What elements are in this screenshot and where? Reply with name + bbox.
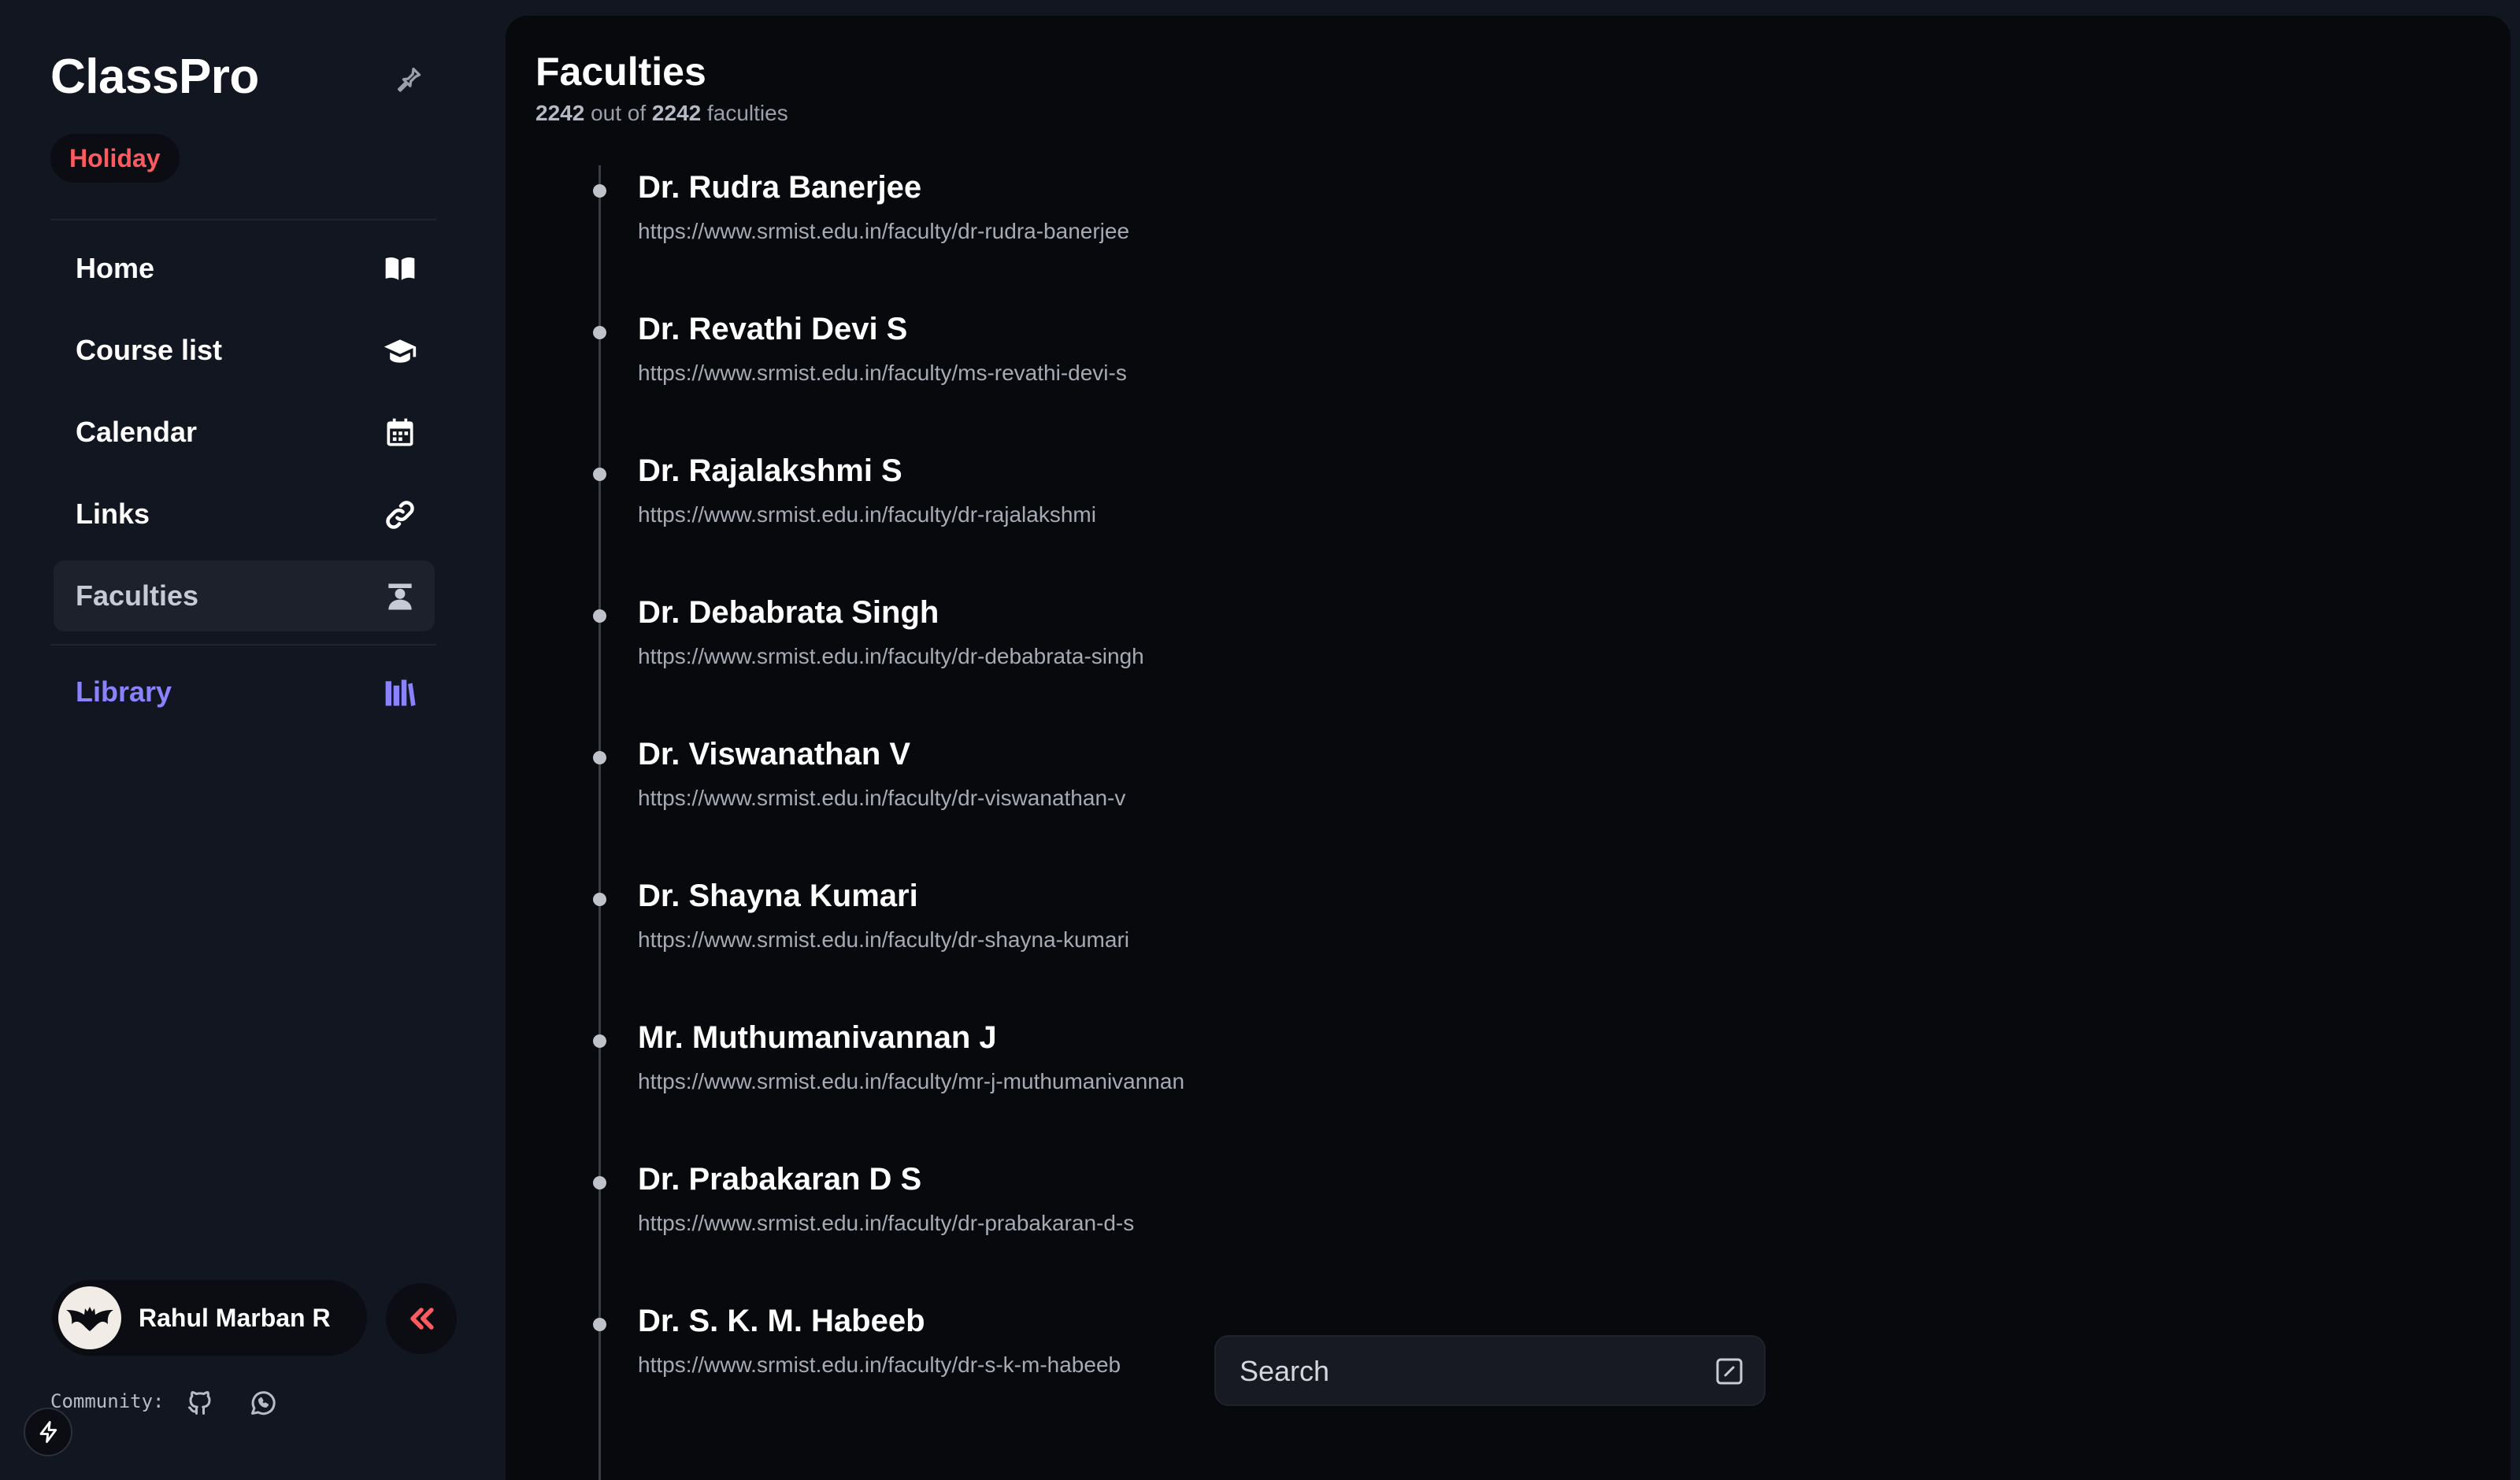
timeline-dot xyxy=(593,468,606,481)
faculty-name[interactable]: Dr. Rudra Banerjee xyxy=(638,170,921,205)
faculty-url[interactable]: https://www.srmist.edu.in/faculty/mr-j-m… xyxy=(638,1069,1184,1094)
faculties-panel: Faculties 2242 out of 2242 faculties Dr.… xyxy=(506,16,2511,1480)
quick-action-button[interactable] xyxy=(24,1408,72,1456)
timeline-dot xyxy=(593,751,606,764)
faculty-name[interactable]: Dr. Revathi Devi S xyxy=(638,312,907,347)
page-title: Faculties xyxy=(536,50,706,94)
timeline-dot xyxy=(593,1034,606,1048)
faculty-url[interactable]: https://www.srmist.edu.in/faculty/dr-pra… xyxy=(638,1211,1134,1236)
library-icon xyxy=(385,679,416,707)
faculty-count-total: 2242 xyxy=(651,101,702,125)
sidebar-item-course-list[interactable]: Course list xyxy=(54,315,435,386)
search-input[interactable]: Search xyxy=(1214,1335,1766,1406)
faculty-count-shown: 2242 xyxy=(536,101,585,125)
faculty-url[interactable]: https://www.srmist.edu.in/faculty/dr-deb… xyxy=(638,644,1144,669)
faculty-url[interactable]: https://www.srmist.edu.in/faculty/dr-s-k… xyxy=(638,1352,1121,1378)
app-root: ClassPro Holiday Home Course list Calend… xyxy=(0,0,2520,1480)
faculty-name[interactable]: Dr. Shayna Kumari xyxy=(638,879,918,914)
timeline-dot xyxy=(593,326,606,339)
timeline-dot xyxy=(593,184,606,198)
search-placeholder: Search xyxy=(1240,1355,1330,1387)
bat-logo-icon xyxy=(66,1307,113,1331)
sidebar-item-label: Links xyxy=(76,498,150,530)
faculty-name[interactable]: Dr. Prabakaran D S xyxy=(638,1162,921,1197)
list-item[interactable]: Dr. Revathi Devi S https://www.srmist.ed… xyxy=(506,312,1687,453)
user-profile-button[interactable]: Rahul Marban R xyxy=(52,1280,367,1356)
faculty-name[interactable]: Dr. S. K. M. Habeeb xyxy=(638,1304,925,1339)
list-item[interactable]: Dr. Prabakaran D S https://www.srmist.ed… xyxy=(506,1162,1687,1304)
list-item[interactable]: Dr. Debabrata Singh https://www.srmist.e… xyxy=(506,595,1687,737)
graduation-cap-icon xyxy=(384,339,417,363)
sidebar-item-label: Library xyxy=(76,675,172,708)
sidebar-item-links[interactable]: Links xyxy=(54,479,435,549)
book-open-icon xyxy=(385,257,415,280)
faculty-url[interactable]: https://www.srmist.edu.in/faculty/ms-rev… xyxy=(638,361,1127,386)
teacher-icon xyxy=(388,583,412,610)
list-item[interactable]: Dr. Viswanathan V https://www.srmist.edu… xyxy=(506,737,1687,879)
user-name: Rahul Marban R xyxy=(139,1304,331,1332)
sidebar-item-label: Home xyxy=(76,252,155,284)
faculty-name[interactable]: Dr. Viswanathan V xyxy=(638,737,910,772)
sidebar-item-library[interactable]: Library xyxy=(54,657,435,727)
sidebar-item-home[interactable]: Home xyxy=(54,233,435,304)
collapse-sidebar-button[interactable] xyxy=(386,1283,457,1354)
whatsapp-icon[interactable] xyxy=(249,1389,277,1417)
link-icon xyxy=(386,501,414,529)
chevrons-left-icon xyxy=(410,1308,434,1330)
faculty-count-middle: out of xyxy=(584,101,652,125)
bolt-icon xyxy=(39,1421,57,1443)
faculty-url[interactable]: https://www.srmist.edu.in/faculty/dr-raj… xyxy=(638,502,1096,527)
faculty-name[interactable]: Mr. Muthumanivannan J xyxy=(638,1020,997,1056)
faculty-url[interactable]: https://www.srmist.edu.in/faculty/dr-rud… xyxy=(638,219,1129,244)
timeline-dot xyxy=(593,893,606,906)
timeline-dot xyxy=(593,609,606,623)
sidebar-item-label: Course list xyxy=(76,334,223,366)
divider xyxy=(50,219,436,220)
sidebar-item-label: Faculties xyxy=(76,579,199,612)
list-item[interactable]: Mr. Muthumanivannan J https://www.srmist… xyxy=(506,1020,1687,1162)
avatar xyxy=(58,1286,121,1349)
faculty-count-suffix: faculties xyxy=(701,101,788,125)
calendar-icon xyxy=(387,418,413,446)
slash-shortcut-icon xyxy=(1716,1358,1743,1385)
sidebar-item-calendar[interactable]: Calendar xyxy=(54,397,435,468)
timeline-dot xyxy=(593,1318,606,1331)
sidebar-item-label: Calendar xyxy=(76,416,198,448)
timeline-dot xyxy=(593,1176,606,1190)
community-label: Community: xyxy=(50,1390,165,1412)
faculty-name[interactable]: Dr. Rajalakshmi S xyxy=(638,453,902,489)
brand-title: ClassPro xyxy=(50,50,259,104)
faculty-url[interactable]: https://www.srmist.edu.in/faculty/dr-vis… xyxy=(638,786,1125,811)
divider xyxy=(50,644,436,646)
status-badge: Holiday xyxy=(50,134,180,183)
faculty-url[interactable]: https://www.srmist.edu.in/faculty/dr-sha… xyxy=(638,927,1129,953)
sidebar-item-faculties[interactable]: Faculties xyxy=(54,561,435,631)
pin-icon[interactable] xyxy=(394,63,425,94)
list-item[interactable]: Dr. Shayna Kumari https://www.srmist.edu… xyxy=(506,879,1687,1020)
list-item[interactable]: Dr. Rajalakshmi S https://www.srmist.edu… xyxy=(506,453,1687,595)
sidebar: ClassPro Holiday Home Course list Calend… xyxy=(0,0,498,1480)
github-icon[interactable] xyxy=(186,1389,214,1417)
faculty-count: 2242 out of 2242 faculties xyxy=(536,101,788,126)
faculty-name[interactable]: Dr. Debabrata Singh xyxy=(638,595,939,631)
list-item[interactable]: Dr. Rudra Banerjee https://www.srmist.ed… xyxy=(506,170,1687,312)
